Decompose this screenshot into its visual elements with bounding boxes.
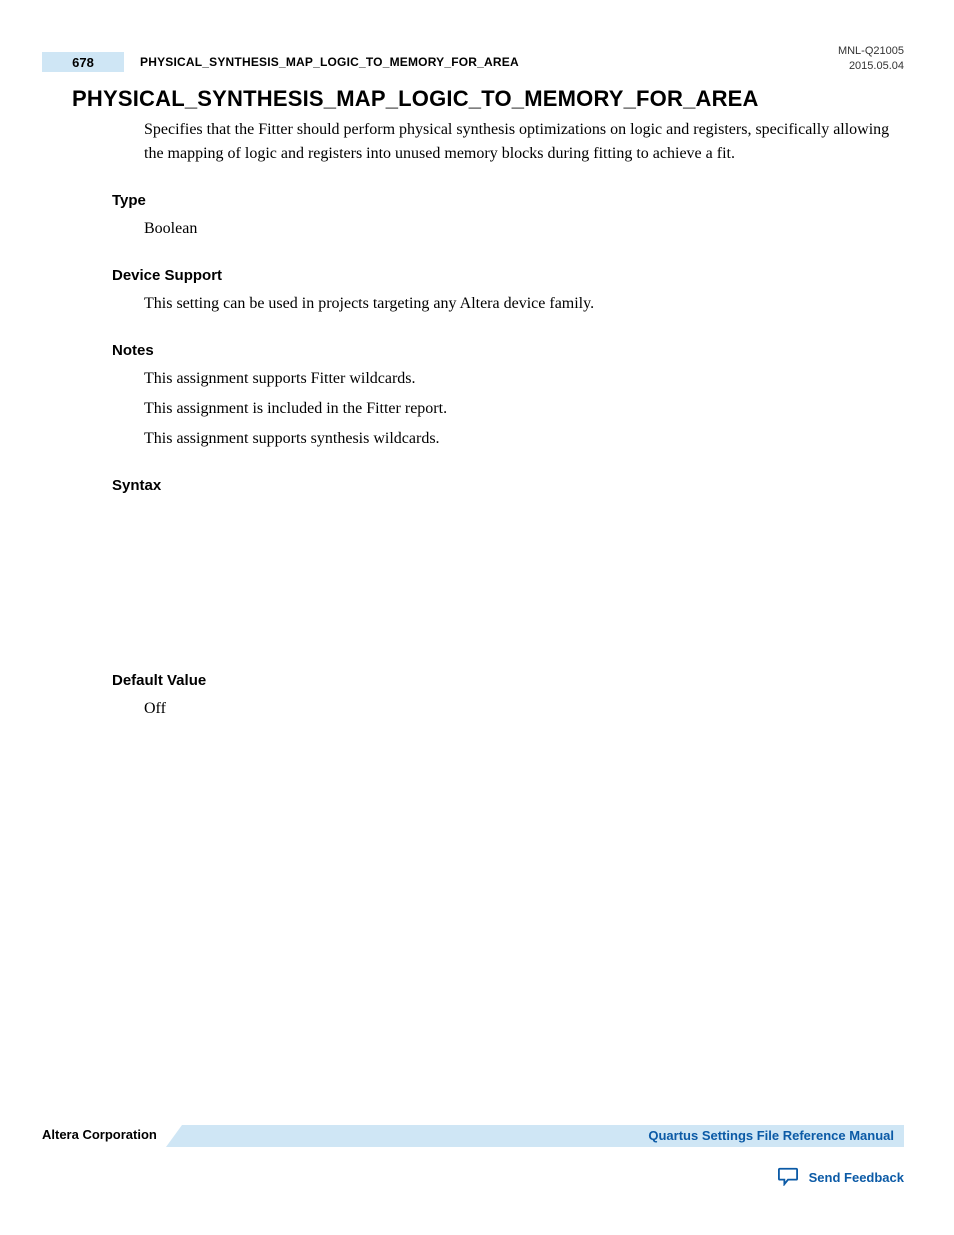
doc-id: MNL-Q21005 bbox=[838, 44, 904, 59]
section-label-notes: Notes bbox=[112, 342, 894, 359]
notes-line: This assignment is included in the Fitte… bbox=[144, 397, 894, 421]
doc-date: 2015.05.04 bbox=[838, 59, 904, 74]
page-header: 678 PHYSICAL_SYNTHESIS_MAP_LOGIC_TO_MEMO… bbox=[0, 38, 954, 66]
notes-line: This assignment supports Fitter wildcard… bbox=[144, 367, 894, 391]
section-body-type: Boolean bbox=[144, 217, 894, 241]
section-label-device-support: Device Support bbox=[112, 267, 894, 284]
content-area: Specifies that the Fitter should perform… bbox=[112, 118, 894, 747]
footer-bar-wedge bbox=[166, 1125, 182, 1147]
intro-paragraph: Specifies that the Fitter should perform… bbox=[144, 118, 894, 166]
section-body-default-value: Off bbox=[144, 697, 894, 721]
section-body-notes: This assignment supports Fitter wildcard… bbox=[144, 367, 894, 451]
section-label-syntax: Syntax bbox=[112, 477, 894, 494]
send-feedback-link[interactable]: Send Feedback bbox=[777, 1166, 904, 1189]
section-label-default-value: Default Value bbox=[112, 672, 894, 689]
section-label-type: Type bbox=[112, 192, 894, 209]
running-title: PHYSICAL_SYNTHESIS_MAP_LOGIC_TO_MEMORY_F… bbox=[140, 55, 519, 69]
doc-id-block: MNL-Q21005 2015.05.04 bbox=[838, 44, 904, 74]
send-feedback-label: Send Feedback bbox=[809, 1170, 904, 1185]
footer-company: Altera Corporation bbox=[42, 1127, 157, 1142]
notes-line: This assignment supports synthesis wildc… bbox=[144, 427, 894, 451]
footer-bar: Altera Corporation Quartus Settings File… bbox=[42, 1125, 904, 1147]
footer-manual-link[interactable]: Quartus Settings File Reference Manual bbox=[648, 1128, 894, 1143]
page-number: 678 bbox=[72, 55, 94, 70]
page-title: PHYSICAL_SYNTHESIS_MAP_LOGIC_TO_MEMORY_F… bbox=[72, 86, 759, 112]
syntax-placeholder bbox=[112, 502, 894, 672]
speech-bubble-icon bbox=[777, 1166, 799, 1189]
page-number-box: 678 bbox=[42, 52, 124, 72]
section-body-device-support: This setting can be used in projects tar… bbox=[144, 292, 894, 316]
